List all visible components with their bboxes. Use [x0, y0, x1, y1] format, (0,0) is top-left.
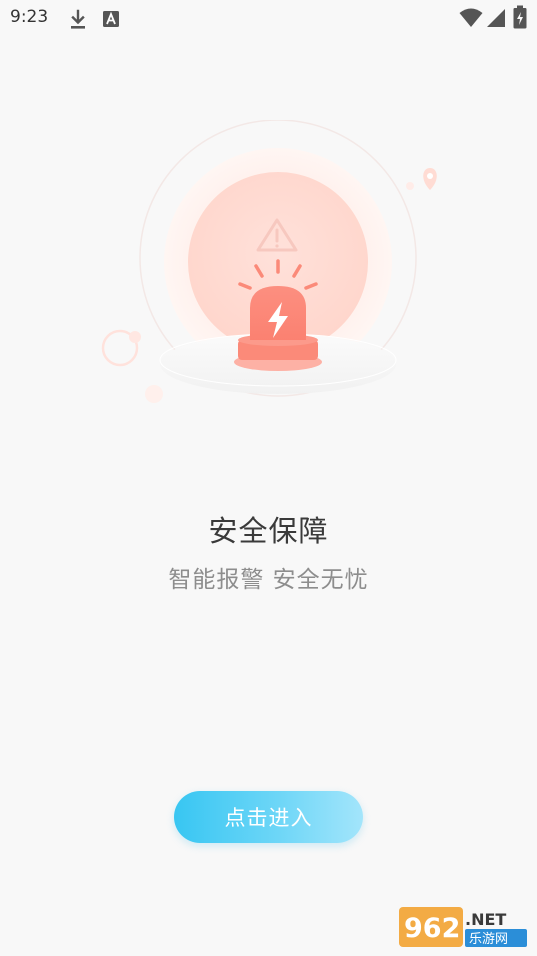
- page-subtitle: 智能报警 安全无忧: [168, 567, 369, 593]
- wifi-icon: [459, 8, 483, 32]
- svg-text:.NET: .NET: [465, 910, 506, 929]
- page-title: 安全保障: [208, 514, 329, 548]
- alarm-illustration: [95, 119, 445, 420]
- signal-icon: [486, 8, 506, 32]
- status-bar: 9:23: [0, 0, 537, 40]
- enter-button-label: 点击进入: [224, 806, 313, 830]
- battery-charging-icon: [513, 5, 527, 33]
- a-notification-icon: [102, 10, 120, 32]
- svg-text:962: 962: [404, 913, 460, 944]
- watermark-logo: 962 .NET 乐游网: [399, 904, 531, 950]
- download-icon: [68, 9, 88, 35]
- svg-text:乐游网: 乐游网: [469, 932, 508, 947]
- enter-button[interactable]: 点击进入: [174, 791, 363, 843]
- status-time: 9:23: [10, 7, 49, 27]
